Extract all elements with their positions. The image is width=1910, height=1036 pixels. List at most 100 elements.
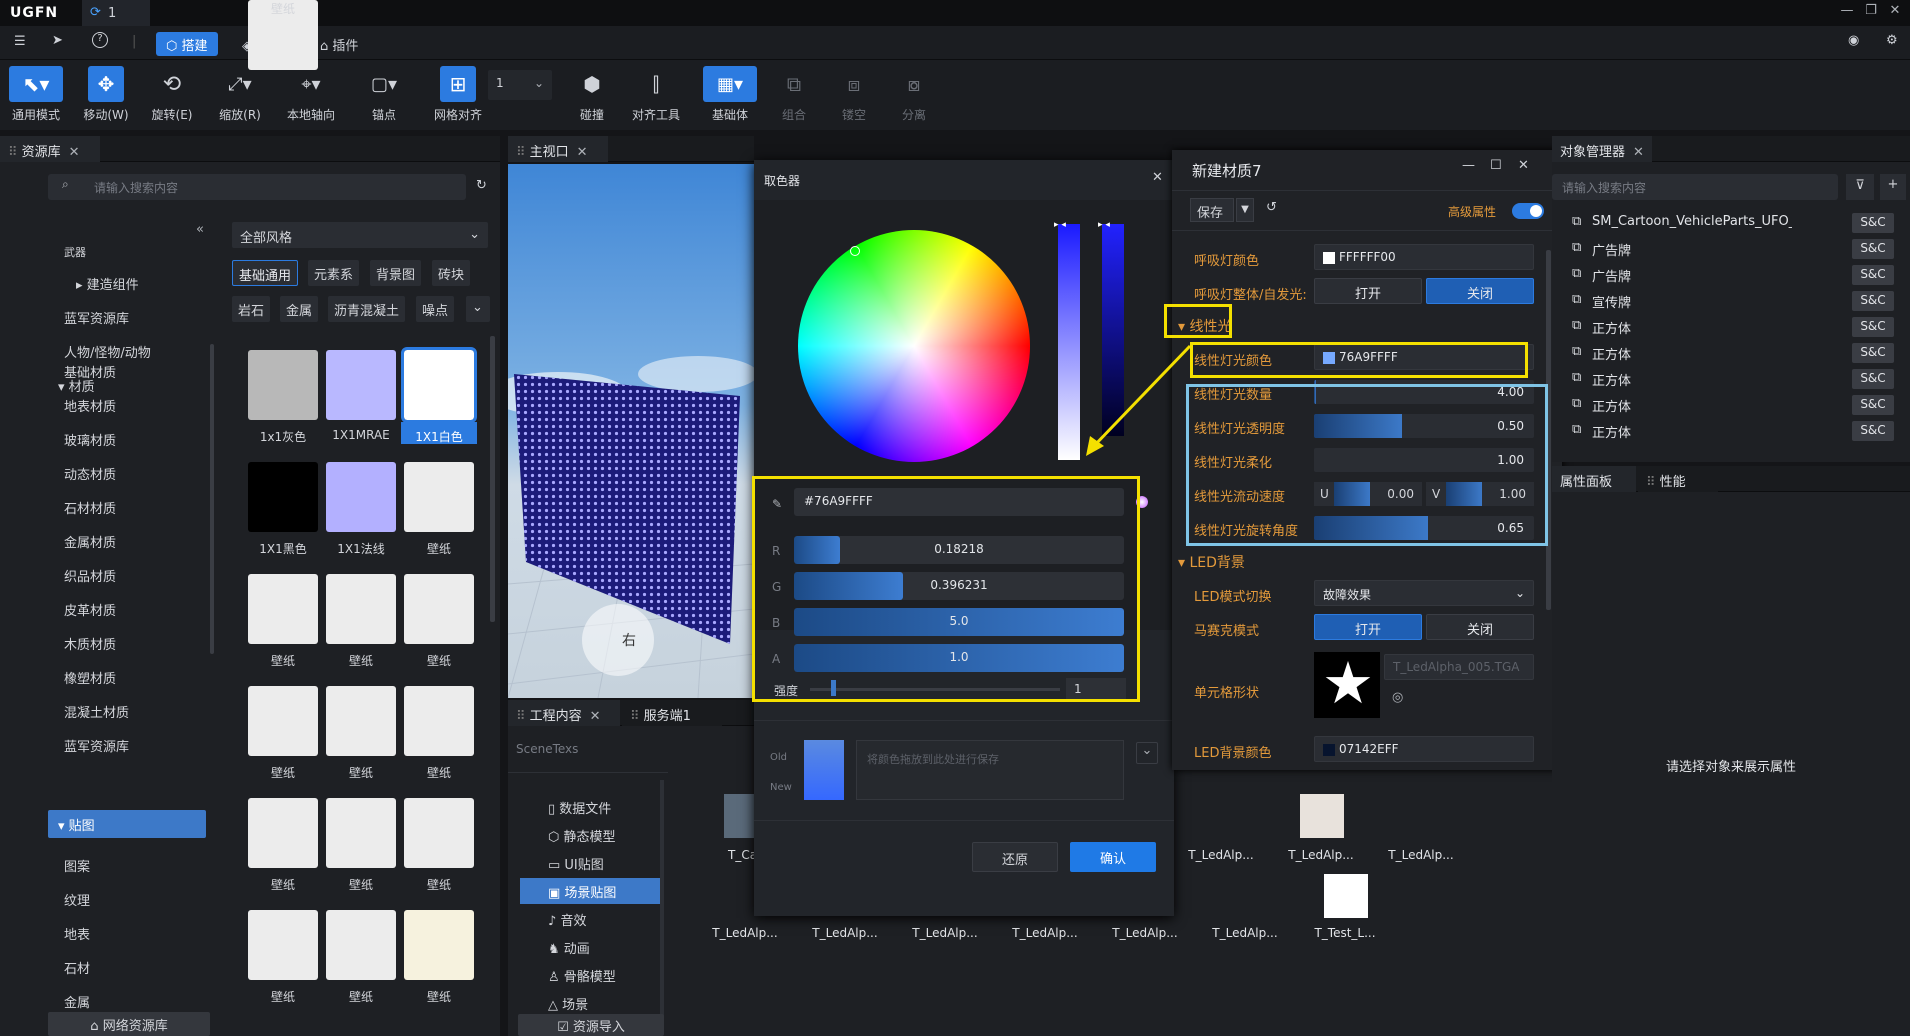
saturation-slider[interactable] [1058, 224, 1080, 460]
folder-item[interactable]: ⬡ 静态模型 [520, 822, 660, 848]
asset-thumbnail[interactable] [1224, 874, 1268, 918]
chip-rock[interactable]: 岩石 [232, 296, 271, 322]
move-tool[interactable]: ✥ 移动(W) [78, 64, 134, 126]
chip-bricks[interactable]: 砖块 [432, 260, 471, 286]
texture-thumbnail[interactable] [326, 350, 396, 420]
tree-item[interactable]: 橡塑材质 [64, 668, 116, 687]
minimize-icon[interactable]: — [1462, 158, 1475, 173]
texture-thumbnail[interactable] [404, 910, 474, 980]
primitive-tool[interactable]: ▦▾ 基础体 [700, 64, 760, 126]
sc-badge[interactable]: S&C [1852, 317, 1894, 337]
texture-thumbnail[interactable] [248, 686, 318, 756]
object-item[interactable]: ⧉ 正方体 S&C [1572, 418, 1902, 444]
tree-item[interactable]: 织品材质 [64, 566, 116, 585]
send-icon[interactable]: ➤ [52, 33, 63, 48]
asset-thumbnail[interactable] [1300, 794, 1344, 838]
sc-badge[interactable]: S&C [1852, 239, 1894, 259]
wheel-handle[interactable] [850, 246, 860, 256]
close-window-button[interactable]: ✕ [1884, 3, 1906, 23]
separate-tool[interactable]: ⧇ 分离 [888, 64, 940, 126]
mosaic-off-button[interactable]: 关闭 [1426, 614, 1534, 640]
scale-tool[interactable]: ⤢▾ 缩放(R) [210, 64, 270, 126]
object-item[interactable]: ⧉ 正方体 S&C [1572, 340, 1902, 366]
tree-item[interactable]: 基础材质 [64, 362, 116, 381]
asset-thumbnail[interactable] [1400, 794, 1444, 838]
view-cube-label[interactable]: 右 [622, 630, 636, 650]
tree-item[interactable]: 武器 [64, 244, 86, 260]
tree-item[interactable]: 地表材质 [64, 396, 116, 415]
chip-background[interactable]: 背景图 [370, 260, 422, 286]
advanced-toggle[interactable] [1512, 203, 1544, 219]
close-icon[interactable]: ✕ [577, 145, 588, 160]
object-item[interactable]: ⧉ 正方体 S&C [1572, 366, 1902, 392]
local-axis-tool[interactable]: ⌖▾ 本地轴向 [278, 64, 344, 126]
document-tab[interactable]: ⟳ 1 [82, 0, 150, 26]
texture-thumbnail[interactable] [401, 347, 477, 423]
texture-thumbnail[interactable] [248, 798, 318, 868]
tree-item[interactable]: ▾ 贴图 [48, 810, 206, 838]
texture-thumbnail[interactable] [404, 686, 474, 756]
tab-main-viewport[interactable]: ⠿ 主视口 ✕ [508, 136, 608, 162]
sc-badge[interactable]: S&C [1852, 213, 1894, 233]
texture-thumbnail[interactable] [248, 574, 318, 644]
close-icon[interactable]: ✕ [1518, 158, 1529, 173]
breath-color-field[interactable]: FFFFFF00 [1314, 244, 1534, 270]
select-mode-tool[interactable]: ⬉▾ 通用模式 [4, 64, 68, 126]
close-icon[interactable]: ✕ [1152, 170, 1163, 185]
folder-item[interactable]: ▣ 场景贴图 [520, 878, 660, 904]
tab-properties[interactable]: 属性面板✕ [1552, 466, 1636, 505]
texture-thumbnail[interactable] [326, 798, 396, 868]
asset-search-input[interactable]: ⌕ 请输入搜索内容 [48, 174, 466, 200]
align-tool[interactable]: ⫿ 对齐工具 [626, 64, 686, 126]
chip-basic[interactable]: 基础通用 [232, 260, 299, 286]
tree-item[interactable]: 玻璃材质 [64, 430, 116, 449]
folder-item[interactable]: ♪ 音效 [520, 906, 660, 932]
tree-item[interactable]: 纹理 [64, 890, 90, 909]
tree-item[interactable]: 蓝军资源库 [64, 736, 129, 755]
sc-badge[interactable]: S&C [1852, 265, 1894, 285]
add-icon[interactable]: + [1880, 174, 1906, 200]
chip-asphalt[interactable]: 沥青混凝土 [328, 296, 406, 322]
texture-thumbnail[interactable] [326, 910, 396, 980]
folder-item[interactable]: ▯ 数据文件 [520, 794, 660, 820]
tree-item[interactable]: ▸ 建造组件 [76, 274, 139, 293]
texture-thumbnail[interactable] [248, 462, 318, 532]
sc-badge[interactable]: S&C [1852, 421, 1894, 441]
refresh-icon[interactable]: ↻ [476, 178, 487, 193]
tree-item[interactable]: 地表 [64, 924, 90, 943]
texture-thumbnail[interactable] [248, 910, 318, 980]
tab-build[interactable]: ⬡ 搭建 [156, 32, 218, 56]
texture-thumbnail[interactable] [326, 574, 396, 644]
settings-icon[interactable]: ⚙ [1886, 33, 1898, 48]
texture-thumbnail[interactable] [248, 350, 318, 420]
grid-scrollbar[interactable] [490, 336, 495, 622]
close-icon[interactable]: ✕ [1633, 145, 1644, 160]
tab-asset-library[interactable]: ⠿ 资源库 ✕ [0, 136, 100, 162]
group-tool[interactable]: ⧉ 组合 [768, 64, 820, 126]
chip-more[interactable]: ⌄ [466, 296, 490, 322]
hollow-tool[interactable]: ⧈ 镂空 [828, 64, 880, 126]
object-item[interactable]: ⧉ 正方体 S&C [1572, 314, 1902, 340]
folder-item[interactable]: ♙ 骨骼模型 [520, 962, 660, 988]
texture-thumbnail[interactable] [404, 574, 474, 644]
help-icon[interactable]: ? [92, 32, 108, 48]
folder-scrollbar[interactable] [660, 780, 664, 1030]
restore-button[interactable]: ❐ [1860, 3, 1882, 23]
viewport-canvas[interactable]: 右 [508, 164, 754, 698]
object-item[interactable]: ⧉ SM_Cartoon_VehicleParts_UFO_... S&C [1572, 210, 1902, 236]
tree-item[interactable]: 混凝土材质 [64, 702, 129, 721]
tab-plugins[interactable]: ⌂ 插件 [310, 32, 368, 56]
chip-elements[interactable]: 元素系 [308, 260, 360, 286]
color-drop-zone[interactable]: 将颜色拖放到此处进行保存 [856, 740, 1124, 800]
anchor-tool[interactable]: ▢▾ 锚点 [356, 64, 412, 126]
texture-thumbnail[interactable] [326, 462, 396, 532]
led-bg-color-field[interactable]: 07142EFF [1314, 736, 1534, 762]
texture-thumbnail[interactable] [404, 798, 474, 868]
grid-snap-tool[interactable]: ⊞ 网格对齐 [428, 64, 488, 126]
collision-tool[interactable]: ⬢ 碰撞 [564, 64, 620, 126]
tab-project-content[interactable]: ⠿ 工程内容 ✕ [508, 700, 620, 726]
sc-badge[interactable]: S&C [1852, 291, 1894, 311]
tree-scrollbar[interactable] [210, 344, 214, 654]
folder-item[interactable]: ♞ 动画 [520, 934, 660, 960]
import-button[interactable]: ☑ 资源导入 [518, 1014, 664, 1036]
